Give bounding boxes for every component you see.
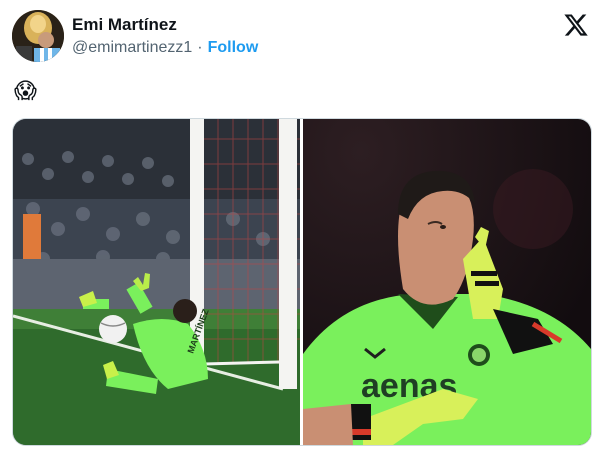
separator-dot: ·: [197, 39, 203, 56]
handle-line: @emimartinezz1 · Follow: [72, 39, 258, 57]
face-screaming-emoji: 😱: [14, 78, 37, 103]
tweet-header: Emi Martínez @emimartinezz1 · Follow: [12, 10, 592, 66]
media-grid: MARTÍNEZ aenas: [12, 118, 592, 446]
author-handle[interactable]: @emimartinezz1: [72, 39, 192, 56]
x-logo-icon[interactable]: [563, 12, 589, 38]
avatar[interactable]: [12, 10, 64, 62]
follow-button[interactable]: Follow: [208, 39, 259, 56]
shush-gesture-photo[interactable]: aenas: [303, 119, 591, 445]
author-name[interactable]: Emi Martínez: [72, 15, 177, 35]
penalty-save-photo[interactable]: MARTÍNEZ: [13, 119, 300, 445]
